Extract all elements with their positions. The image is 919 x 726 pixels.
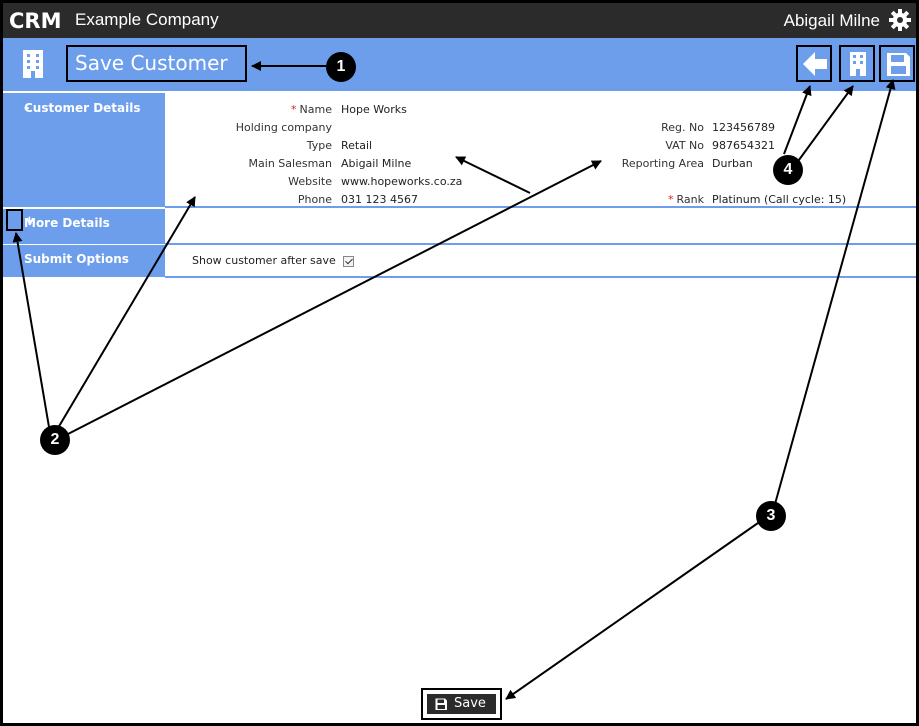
save-button[interactable]: Save <box>427 694 496 714</box>
save-button-label: Save <box>454 696 486 711</box>
callout-1: 1 <box>326 52 356 82</box>
save-button-highlight: Save <box>421 688 502 720</box>
callout-3: 3 <box>756 501 786 531</box>
callout-2: 2 <box>40 425 70 455</box>
callout-4: 4 <box>773 155 803 185</box>
annotation-arrows <box>12 61 896 700</box>
floppy-disk-icon <box>435 698 447 710</box>
